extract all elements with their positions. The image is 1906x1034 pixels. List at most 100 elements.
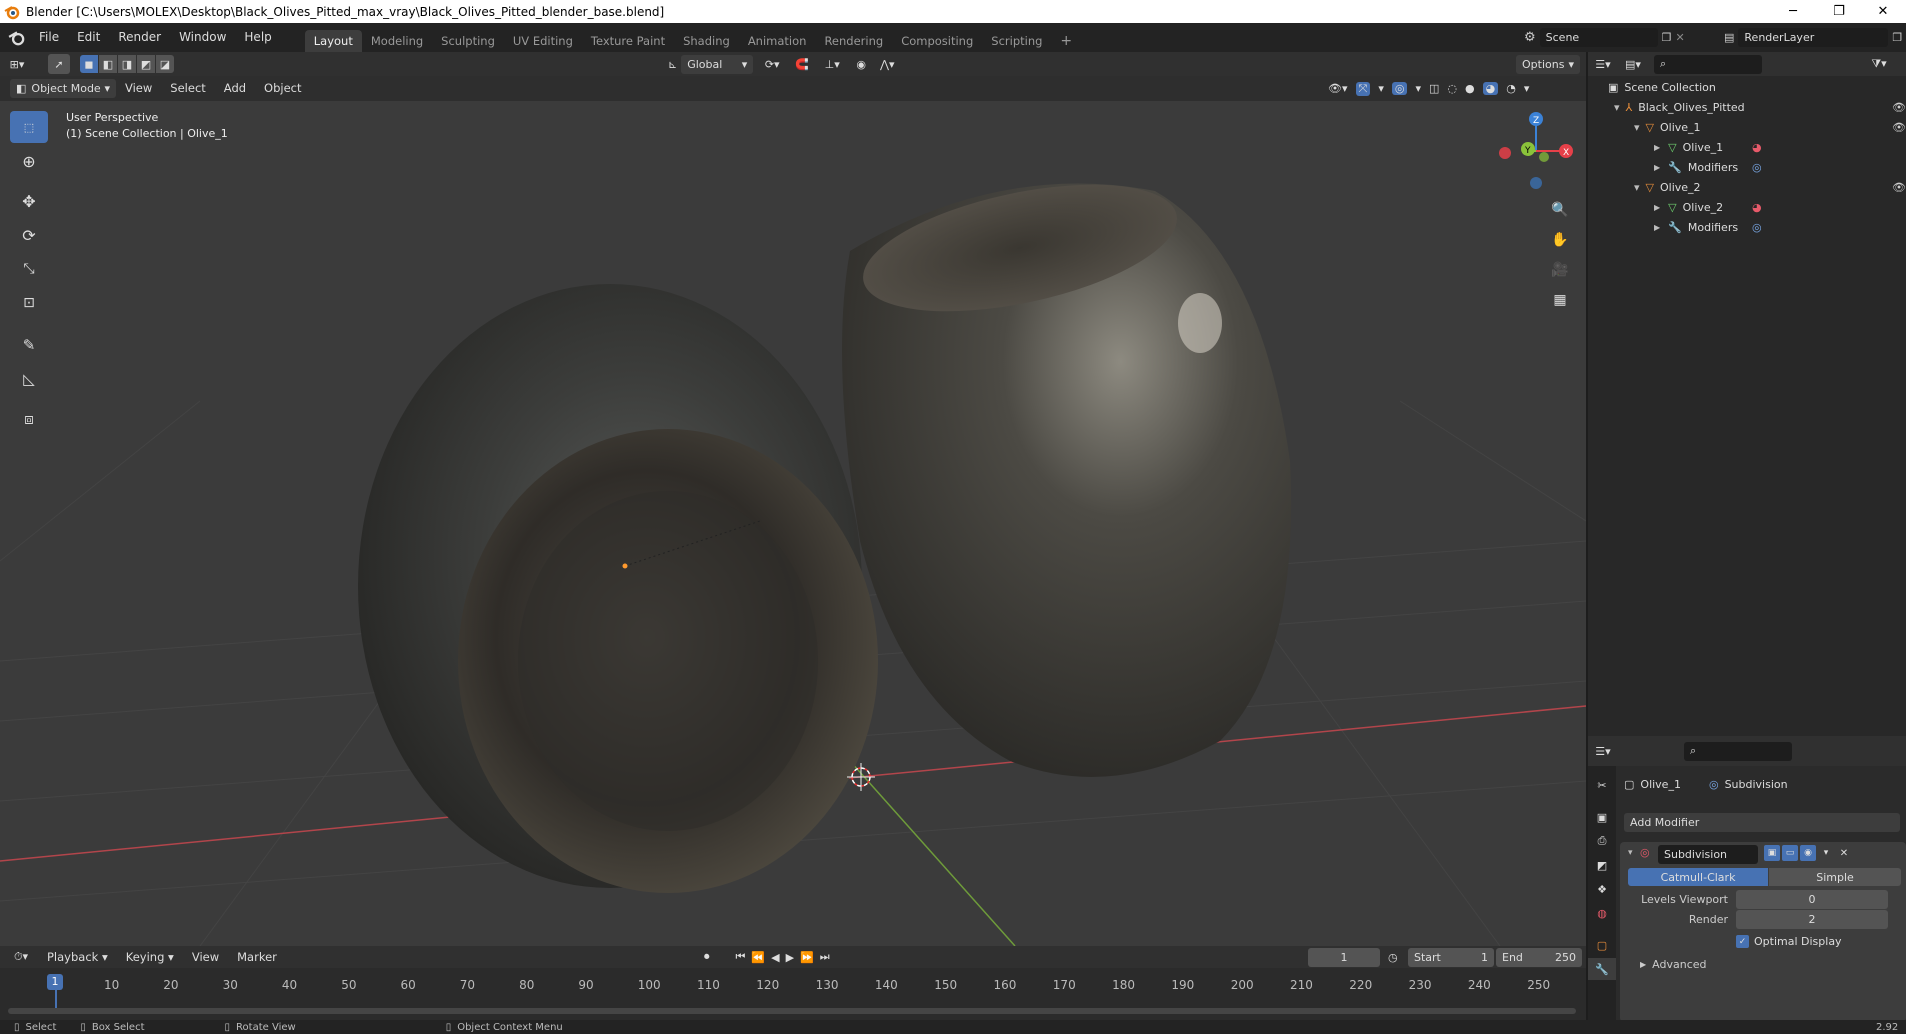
new-scene-icon[interactable]: ❐ bbox=[1662, 31, 1672, 44]
tool-tab-icon[interactable]: ✂ bbox=[1588, 774, 1616, 796]
visibility-eye-icon[interactable]: 👁 bbox=[1892, 181, 1906, 194]
display-mode-icon[interactable]: ▤▾ bbox=[1618, 58, 1648, 71]
menu-keying[interactable]: Keying ▾ bbox=[117, 943, 183, 972]
render-layer-icon[interactable]: ▤ bbox=[1724, 31, 1734, 44]
expand-icon[interactable]: ▾ bbox=[1634, 121, 1640, 134]
simple-button[interactable]: Simple bbox=[1769, 868, 1901, 886]
options-dropdown[interactable]: Options ▾ bbox=[1516, 54, 1580, 74]
expand-icon[interactable]: ▶ bbox=[1654, 223, 1660, 232]
object-tab-icon[interactable]: ▢ bbox=[1588, 934, 1616, 956]
advanced-subpanel[interactable]: ▶ Advanced bbox=[1640, 958, 1707, 971]
annotate-tool[interactable]: ✎ bbox=[10, 329, 48, 361]
outliner-row-olive-2[interactable]: ▾ ▽ Olive_2 👁 bbox=[1588, 177, 1906, 197]
optimal-display-row[interactable]: ✓ Optimal Display bbox=[1736, 935, 1842, 948]
rotate-tool[interactable]: ⟳ bbox=[10, 219, 48, 251]
scene-field[interactable]: Scene bbox=[1539, 28, 1658, 47]
delete-scene-icon[interactable]: ✕ bbox=[1676, 31, 1685, 44]
edit-mode-toggle-icon[interactable]: ▣ bbox=[1764, 845, 1780, 861]
tab-uv-editing[interactable]: UV Editing bbox=[504, 30, 582, 52]
solid-shading-icon[interactable]: ● bbox=[1465, 82, 1475, 95]
visibility-eye-icon[interactable]: 👁 bbox=[1892, 101, 1906, 114]
render-tab-icon[interactable]: ▣ bbox=[1588, 806, 1616, 828]
ortho-grid-icon[interactable]: ▦ bbox=[1547, 287, 1573, 313]
world-tab-icon[interactable]: ◍ bbox=[1588, 902, 1616, 924]
xray-icon[interactable]: ◫ bbox=[1429, 82, 1439, 95]
expand-icon[interactable]: ▶ bbox=[1654, 203, 1660, 212]
modifier-tab-icon[interactable]: 🔧 bbox=[1588, 958, 1616, 980]
start-frame-field[interactable]: Start 1 bbox=[1408, 947, 1494, 967]
wireframe-shading-icon[interactable]: ◌ bbox=[1447, 82, 1457, 95]
timeline-editor-icon[interactable]: ⏱▾ bbox=[4, 950, 38, 964]
play-reverse-icon[interactable]: ◀ bbox=[771, 951, 779, 964]
tab-animation[interactable]: Animation bbox=[739, 30, 816, 52]
outliner-search-input[interactable]: ⌕ bbox=[1654, 54, 1762, 74]
rendered-shading-icon[interactable]: ◔ bbox=[1506, 82, 1516, 95]
menu-add[interactable]: Add bbox=[215, 74, 255, 103]
navigation-gizmo[interactable]: Z X Y bbox=[1499, 112, 1573, 189]
visibility-eye-icon[interactable]: 👁 bbox=[1892, 121, 1906, 134]
outliner-row-black-olives[interactable]: ▾ ⅄ Black_Olives_Pitted 👁 bbox=[1588, 97, 1906, 117]
pan-hand-icon[interactable]: ✋ bbox=[1547, 227, 1573, 253]
menu-timeline-view[interactable]: View bbox=[183, 943, 228, 972]
tab-texture-paint[interactable]: Texture Paint bbox=[582, 30, 674, 52]
optimal-display-checkbox[interactable]: ✓ bbox=[1736, 935, 1749, 948]
render-toggle-icon[interactable]: ◉ bbox=[1800, 845, 1816, 861]
mode-subtract-icon[interactable]: ◨ bbox=[118, 55, 136, 73]
timeline-scrollbar[interactable] bbox=[8, 1008, 1576, 1014]
snap-target-icon[interactable]: ⊥▾ bbox=[817, 58, 847, 71]
select-box-tool[interactable]: ⬚ bbox=[10, 111, 48, 143]
snap-icon[interactable]: 🧲 bbox=[791, 58, 813, 71]
jump-start-icon[interactable]: ⏮ bbox=[736, 950, 746, 964]
menu-help[interactable]: Help bbox=[235, 23, 280, 52]
end-frame-field[interactable]: End 250 bbox=[1496, 947, 1582, 967]
scale-tool[interactable]: ⤡ bbox=[10, 253, 48, 285]
menu-render[interactable]: Render bbox=[109, 23, 170, 52]
menu-file[interactable]: File bbox=[30, 23, 68, 52]
menu-object[interactable]: Object bbox=[255, 74, 310, 103]
properties-editor-icon[interactable]: ☰▾ bbox=[1588, 745, 1618, 758]
camera-view-icon[interactable]: 🎥 bbox=[1547, 257, 1573, 283]
render-levels-field[interactable]: 2 bbox=[1736, 910, 1888, 929]
pivot-icon[interactable]: ⟳▾ bbox=[757, 58, 787, 71]
transform-orientation-dropdown[interactable]: Global ▾ bbox=[681, 54, 754, 74]
maximize-button[interactable]: ❐ bbox=[1816, 0, 1862, 23]
outliner-row-olive-1-modifiers[interactable]: ▶ 🔧 Modifiers ◎ bbox=[1588, 157, 1906, 177]
zoom-icon[interactable]: 🔍 bbox=[1547, 197, 1573, 223]
measure-tool[interactable]: ◺ bbox=[10, 363, 48, 395]
current-frame-field[interactable]: 1 bbox=[1308, 947, 1380, 967]
outliner-row-scene-collection[interactable]: ▣ Scene Collection bbox=[1588, 77, 1906, 97]
modifier-name-input[interactable]: Subdivision bbox=[1658, 845, 1758, 864]
material-icon[interactable]: ◕ bbox=[1752, 141, 1762, 154]
render-layer-field[interactable]: RenderLayer bbox=[1738, 28, 1889, 47]
tab-compositing[interactable]: Compositing bbox=[892, 30, 982, 52]
menu-view[interactable]: View bbox=[116, 74, 161, 103]
gizmo-toggle-icon[interactable]: ⤧ bbox=[1355, 81, 1371, 96]
tab-modeling[interactable]: Modeling bbox=[362, 30, 432, 52]
menu-marker[interactable]: Marker bbox=[228, 943, 286, 972]
object-mode-dropdown[interactable]: ◧ Object Mode ▾ bbox=[10, 79, 116, 98]
jump-end-icon[interactable]: ⏭ bbox=[820, 950, 830, 964]
next-keyframe-icon[interactable]: ⏩ bbox=[800, 951, 814, 964]
editor-type-icon[interactable]: ⊞▾ bbox=[0, 58, 34, 71]
expand-icon[interactable]: ▾ bbox=[1634, 181, 1640, 194]
mode-invert-icon[interactable]: ◩ bbox=[137, 55, 155, 73]
expand-icon[interactable]: ▶ bbox=[1654, 163, 1660, 172]
modifier-menu-icon[interactable]: ▾ bbox=[1818, 845, 1834, 861]
tab-sculpting[interactable]: Sculpting bbox=[432, 30, 504, 52]
cursor-tool[interactable]: ⊕ bbox=[10, 145, 48, 177]
menu-window[interactable]: Window bbox=[170, 23, 235, 52]
visibility-icon[interactable]: 👁▾ bbox=[1328, 82, 1348, 95]
prev-keyframe-icon[interactable]: ⏪ bbox=[751, 951, 765, 964]
mode-extend-icon[interactable]: ◧ bbox=[99, 55, 117, 73]
transform-tool[interactable]: ⊡ bbox=[10, 287, 48, 319]
play-icon[interactable]: ▶ bbox=[786, 951, 794, 964]
mode-new-icon[interactable]: ◼ bbox=[80, 55, 98, 73]
outliner-row-olive-2-modifiers[interactable]: ▶ 🔧 Modifiers ◎ bbox=[1588, 217, 1906, 237]
falloff-icon[interactable]: ⋀▾ bbox=[875, 58, 899, 71]
subdivision-modifier-icon[interactable]: ◎ bbox=[1752, 221, 1762, 234]
viewport-toggle-icon[interactable]: ▭ bbox=[1782, 845, 1798, 861]
move-tool[interactable]: ✥ bbox=[10, 185, 48, 217]
menu-edit[interactable]: Edit bbox=[68, 23, 109, 52]
add-cube-tool[interactable]: ⧈ bbox=[10, 403, 48, 435]
close-button[interactable]: ✕ bbox=[1860, 0, 1906, 23]
